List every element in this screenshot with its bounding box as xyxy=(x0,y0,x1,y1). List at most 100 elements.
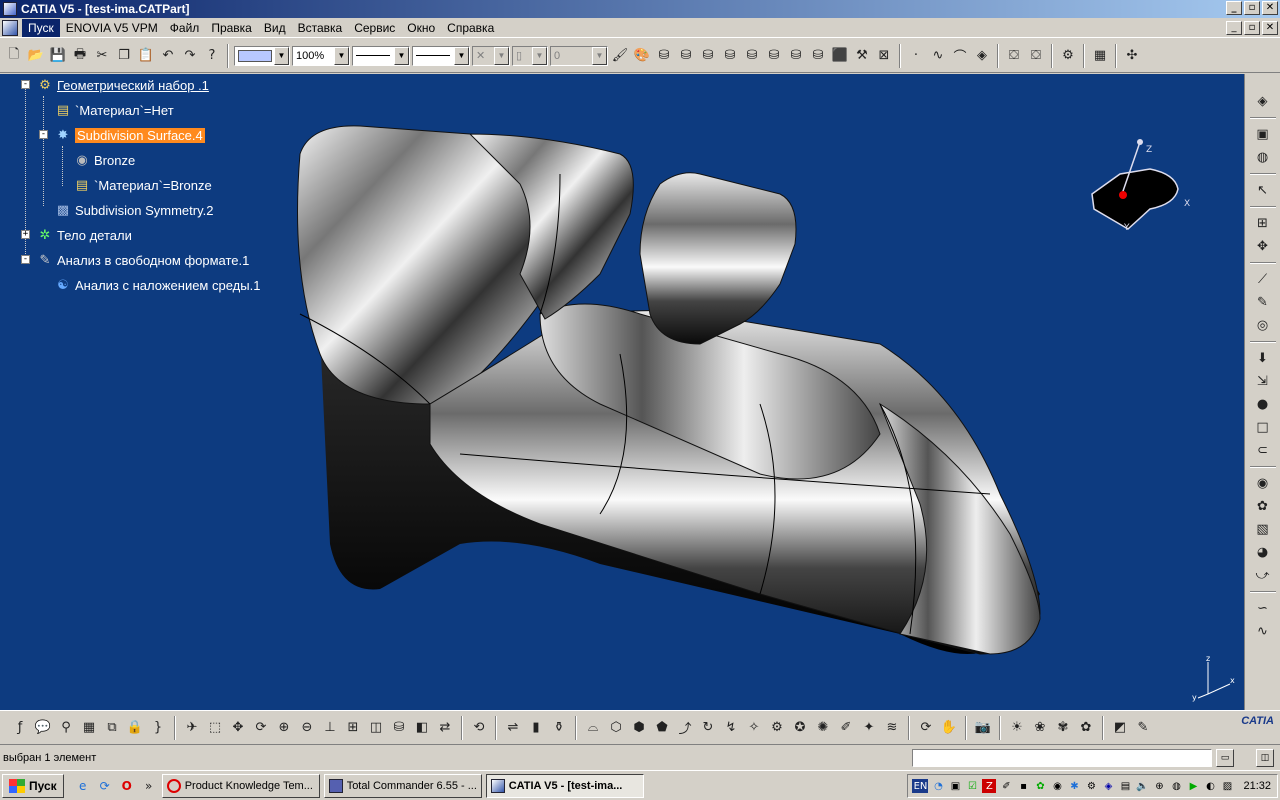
table-icon[interactable]: ▦ xyxy=(79,718,99,738)
open-icon[interactable]: 📂 xyxy=(26,46,46,66)
edit-mesh-icon[interactable]: ⊞ xyxy=(1252,214,1274,233)
volume-icon[interactable]: 🔈 xyxy=(1135,779,1149,793)
tray-app-icon[interactable]: ◍ xyxy=(1169,779,1183,793)
sphere-icon[interactable]: ◍ xyxy=(1252,148,1274,167)
new-icon[interactable]: 🗋 xyxy=(4,46,24,66)
hand-icon[interactable]: ✋ xyxy=(939,718,959,738)
close-button[interactable]: ✕ xyxy=(1262,1,1278,15)
refresh-icon[interactable]: ⟳ xyxy=(916,718,936,738)
shape-i-icon[interactable]: ⚙ xyxy=(767,718,787,738)
shape-m-icon[interactable]: ✦ xyxy=(859,718,879,738)
tray-app-icon[interactable]: ▶ xyxy=(1186,779,1200,793)
tree-expand-toggle[interactable]: + xyxy=(21,230,30,239)
tree-node-freeform-analysis[interactable]: ✎ Анализ в свободном формате.1 xyxy=(36,249,250,271)
curve-icon[interactable]: ∿ xyxy=(928,46,948,66)
menu-window[interactable]: Окно xyxy=(401,19,441,37)
extrude-icon[interactable]: ⇲ xyxy=(1252,372,1274,391)
hide-show-icon[interactable]: ◧ xyxy=(412,718,432,738)
format-painter-icon[interactable]: 🖌 xyxy=(610,46,630,66)
globe-icon[interactable]: ● xyxy=(1252,395,1274,414)
compass[interactable]: Z X Y xyxy=(1080,134,1200,244)
analysis-sphere-icon[interactable]: ◕ xyxy=(1252,543,1274,562)
zoom-in-icon[interactable]: ⊕ xyxy=(274,718,294,738)
comment-icon[interactable]: 💬 xyxy=(33,718,53,738)
view-cylinder-icon[interactable]: ⛁ xyxy=(698,46,718,66)
shape-d-icon[interactable]: ⬟ xyxy=(652,718,672,738)
tree-icon[interactable]: ⧉ xyxy=(102,718,122,738)
quicklaunch-more-icon[interactable]: » xyxy=(140,777,158,795)
bulb-icon[interactable]: ⚲ xyxy=(56,718,76,738)
tray-app-icon[interactable]: ⚙ xyxy=(1084,779,1098,793)
render-icon[interactable]: ◩ xyxy=(1110,718,1130,738)
turntable-icon[interactable]: ✿ xyxy=(1076,718,1096,738)
tray-app-icon[interactable]: ▤ xyxy=(1118,779,1132,793)
align-icon[interactable]: ⇌ xyxy=(503,718,523,738)
measure-icon[interactable]: ▮ xyxy=(526,718,546,738)
bracket-icon[interactable]: } xyxy=(148,718,168,738)
save-icon[interactable]: 💾 xyxy=(48,46,68,66)
spline-icon[interactable]: ∿ xyxy=(1252,622,1274,641)
task-total-commander[interactable]: Total Commander 6.55 - ... xyxy=(323,773,482,798)
rotate-icon[interactable]: ⟳ xyxy=(251,718,271,738)
transparency-combo[interactable]: 100% ▼ xyxy=(292,45,350,66)
shape-h-icon[interactable]: ✧ xyxy=(744,718,764,738)
tree-collapse-toggle[interactable]: - xyxy=(21,80,30,89)
magnet-icon[interactable]: ⊂ xyxy=(1252,441,1274,460)
tree-collapse-toggle[interactable]: - xyxy=(39,130,48,139)
camera-icon[interactable]: 📷 xyxy=(973,718,993,738)
simulation-icon[interactable]: ✣ xyxy=(1122,46,1142,66)
move-icon[interactable]: ✥ xyxy=(1252,237,1274,256)
chevron-down-icon[interactable]: ▼ xyxy=(454,46,469,65)
multi-view-icon[interactable]: ⊞ xyxy=(343,718,363,738)
command-input[interactable] xyxy=(912,749,1212,767)
tree-node-geometric-set[interactable]: ⚙ Геометрический набор .1 xyxy=(36,74,209,96)
doc-minimize-button[interactable]: _ xyxy=(1226,21,1242,35)
chevron-down-icon[interactable]: ▼ xyxy=(334,46,349,65)
copy-icon[interactable]: ❐ xyxy=(114,46,134,66)
opera-icon[interactable]: O xyxy=(118,777,136,795)
print-icon[interactable]: 🖶 xyxy=(70,46,90,66)
chevron-down-icon[interactable]: ▼ xyxy=(532,46,547,65)
tray-app-icon[interactable]: ✿ xyxy=(1033,779,1047,793)
menu-insert[interactable]: Вставка xyxy=(292,19,349,37)
view-hidden-icon[interactable]: ⛁ xyxy=(720,46,740,66)
fit-all-icon[interactable]: ⬚ xyxy=(205,718,225,738)
analysis-a-icon[interactable]: ⛋ xyxy=(1004,46,1024,66)
drawing-icon[interactable]: ✎ xyxy=(1133,718,1153,738)
swap-space-icon[interactable]: ⇄ xyxy=(435,718,455,738)
start-button[interactable]: Пуск xyxy=(2,773,64,798)
update-icon[interactable]: ⟲ xyxy=(469,718,489,738)
view-shading-edges-icon[interactable]: ⛁ xyxy=(676,46,696,66)
display-icon[interactable]: ▣ xyxy=(948,779,962,793)
environment-icon[interactable]: ❀ xyxy=(1030,718,1050,738)
arrow-down-icon[interactable]: ⬇ xyxy=(1252,349,1274,368)
view-custom-icon[interactable]: ⛁ xyxy=(764,46,784,66)
3d-viewport[interactable]: - ⚙ Геометрический набор .1 ▤ `Материал`… xyxy=(0,74,1244,710)
tray-app-icon[interactable]: ◉ xyxy=(1050,779,1064,793)
cut-icon[interactable]: ✂ xyxy=(92,46,112,66)
shape-e-icon[interactable]: ⤴ xyxy=(675,718,695,738)
catalog-icon[interactable]: ▦ xyxy=(1090,46,1110,66)
task-catia[interactable]: CATIA V5 - [test-ima... xyxy=(485,773,644,798)
view-materials-icon[interactable]: ⛁ xyxy=(786,46,806,66)
line-type-combo[interactable]: ▼ xyxy=(412,45,470,66)
tray-app-icon[interactable]: ⊕ xyxy=(1152,779,1166,793)
menu-enovia[interactable]: ENOVIA V5 VPM xyxy=(60,19,164,37)
window-title-bar[interactable]: CATIA V5 - [test-ima.CATPart] _ ▫ ✕ xyxy=(0,0,1280,18)
view-wireframe-icon[interactable]: ⛁ xyxy=(742,46,762,66)
catia-app-icon[interactable] xyxy=(3,2,17,16)
tray-app-icon[interactable]: ▨ xyxy=(1220,779,1234,793)
shape-n-icon[interactable]: ≋ xyxy=(882,718,902,738)
tree-node-part-body[interactable]: ✲ Тело детали xyxy=(36,224,132,246)
tree-node-bronze[interactable]: ◉ Bronze xyxy=(73,149,135,171)
point-symbol-combo[interactable]: ✕ ▼ xyxy=(472,45,510,66)
menu-start[interactable]: Пуск xyxy=(22,18,60,37)
tree-node-environment-mapping[interactable]: ☯ Анализ с наложением среды.1 xyxy=(54,274,260,296)
doc-close-button[interactable]: ✕ xyxy=(1262,21,1278,35)
shape-k-icon[interactable]: ✺ xyxy=(813,718,833,738)
undo-icon[interactable]: ↶ xyxy=(158,46,178,66)
shading-mode-icon[interactable]: ⛁ xyxy=(389,718,409,738)
shape-icon[interactable]: ✿ xyxy=(1252,497,1274,516)
menu-tools[interactable]: Сервис xyxy=(348,19,401,37)
patch-icon[interactable]: ▧ xyxy=(1252,520,1274,539)
